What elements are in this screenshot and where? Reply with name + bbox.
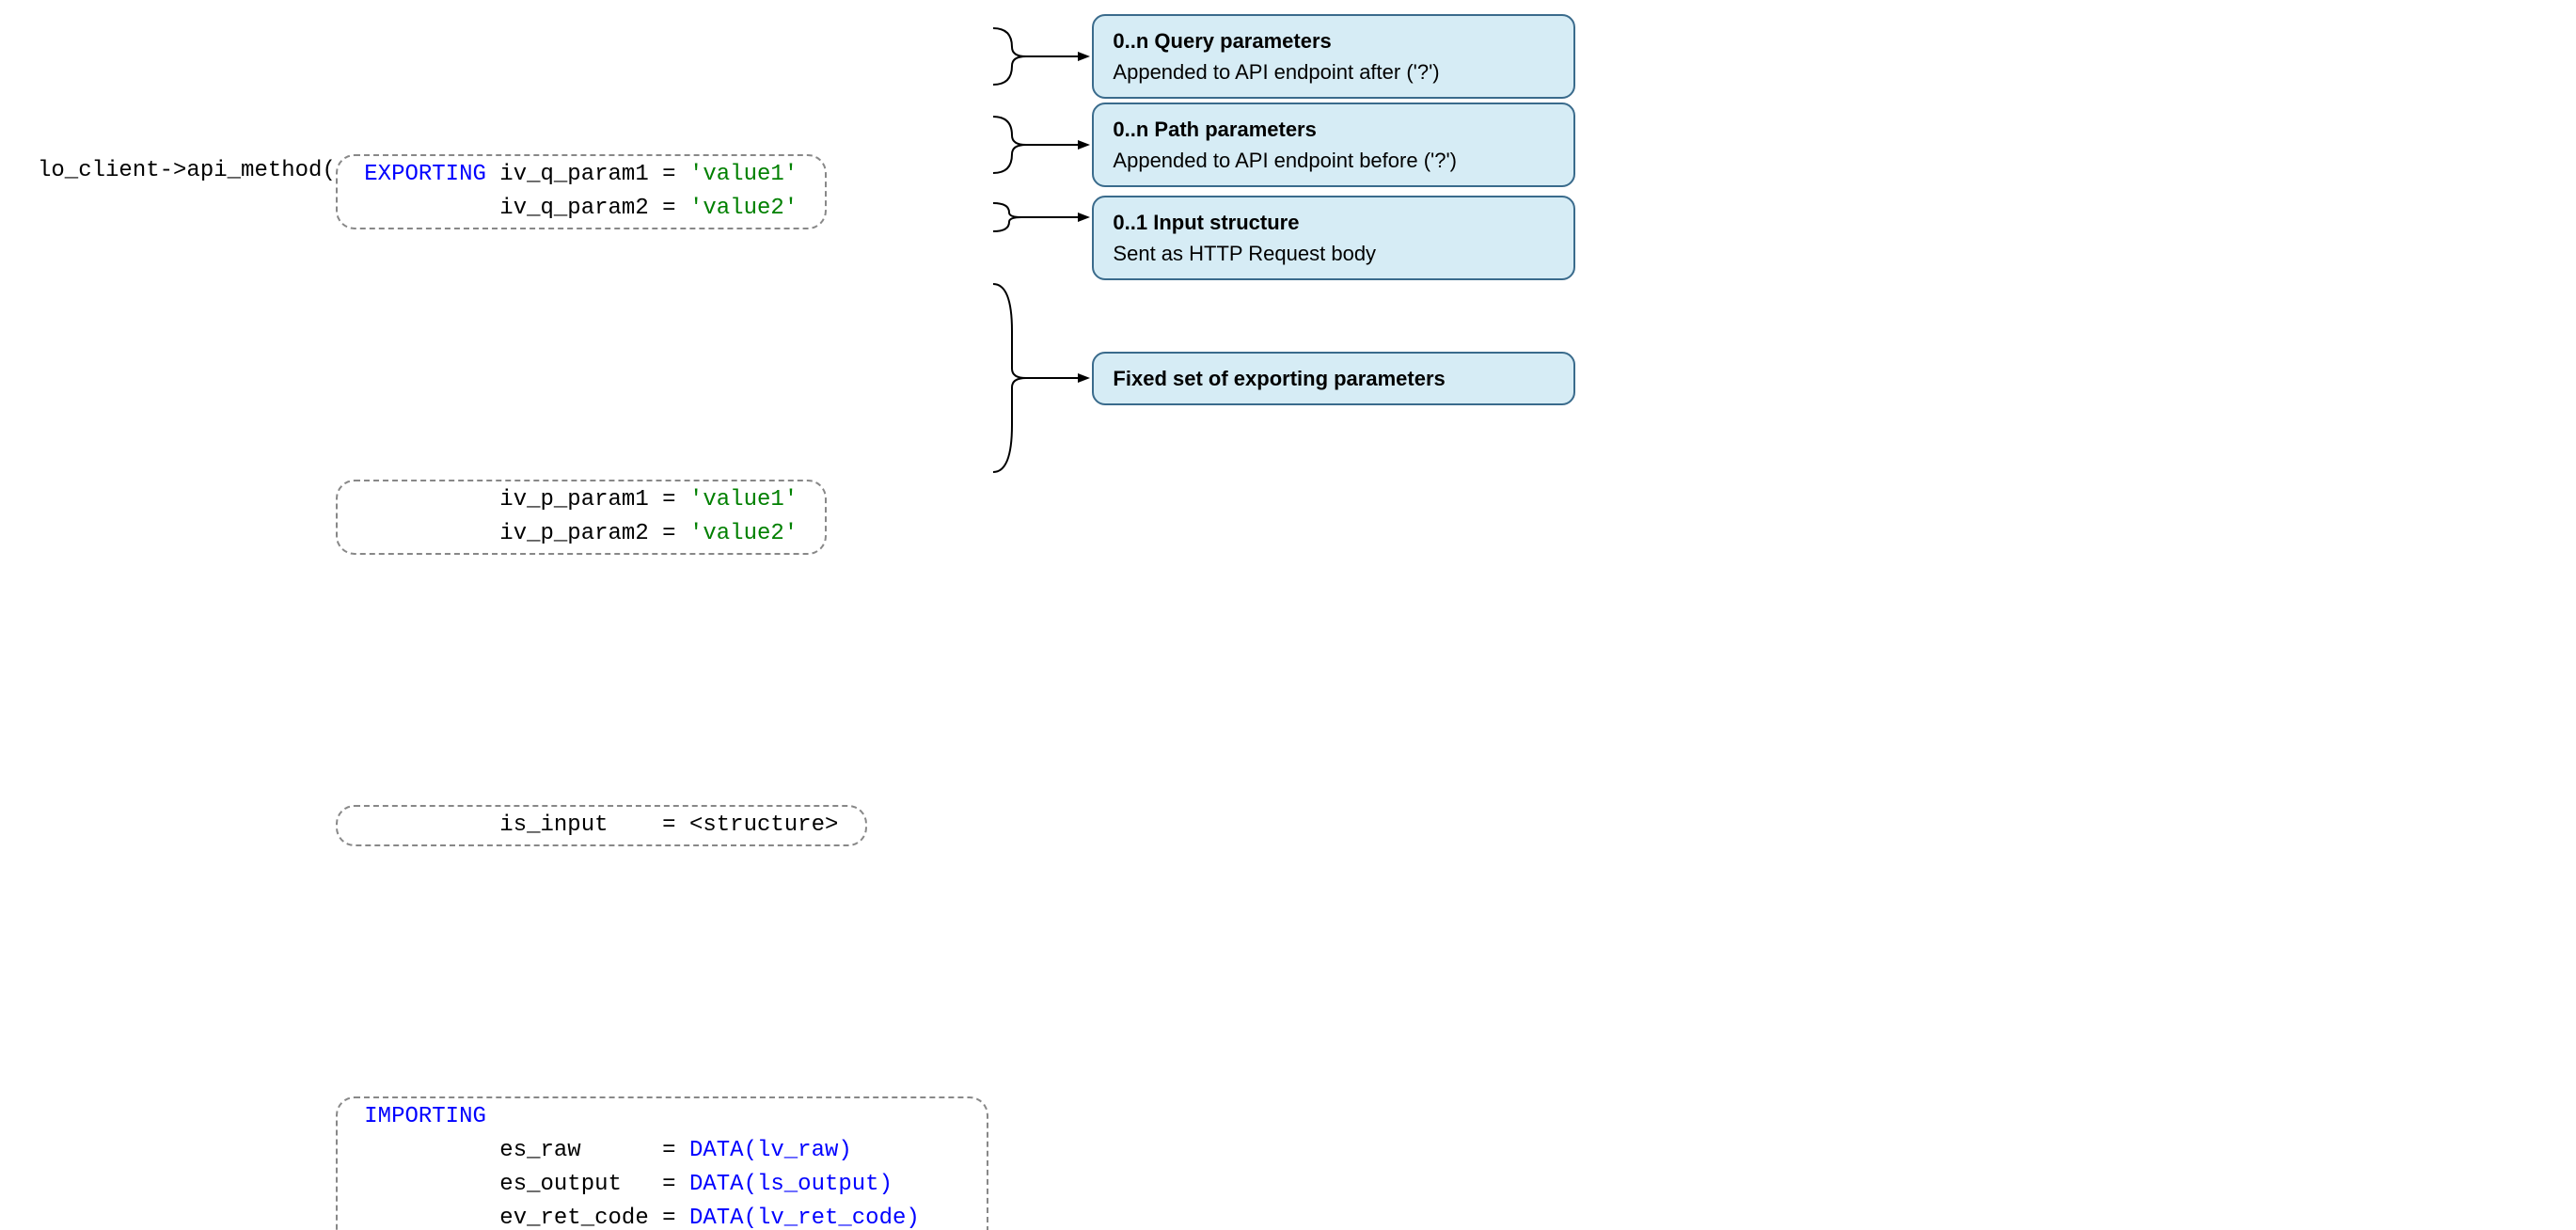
- brace-connector: [988, 275, 1092, 481]
- ev-retcode-name: ev_ret_code: [499, 1206, 648, 1230]
- callout-title: Fixed set of exporting parameters: [1113, 363, 1555, 394]
- q-param1-value: 'value1': [689, 162, 798, 187]
- diagram-container: lo_client->api_method( EXPORTING iv_q_pa…: [38, 19, 2538, 1230]
- q-param1-name: iv_q_param1: [499, 162, 648, 187]
- query-params-callout: 0..n Query parameters Appended to API en…: [1092, 14, 1575, 99]
- exporting-params-callout: Fixed set of exporting parameters: [1092, 352, 1575, 405]
- code-column: lo_client->api_method( EXPORTING iv_q_pa…: [38, 19, 988, 1230]
- q-param2-name: iv_q_param2: [499, 196, 648, 221]
- es-output-value: DATA(ls_output): [689, 1172, 893, 1197]
- method-call-prefix: lo_client->api_method(: [38, 154, 336, 229]
- importing-box: IMPORTING es_raw = DATA(lv_raw) es_outpu…: [336, 1096, 989, 1230]
- exporting-keyword: EXPORTING: [351, 162, 499, 187]
- callout-subtitle: Appended to API endpoint before ('?'): [1113, 145, 1555, 176]
- callout-subtitle: Appended to API endpoint after ('?'): [1113, 56, 1555, 87]
- input-name: is_input: [499, 812, 608, 838]
- callout-title: 0..n Path parameters: [1113, 114, 1555, 145]
- es-raw-name: es_raw: [499, 1138, 580, 1163]
- callout-title: 0..n Query parameters: [1113, 25, 1555, 56]
- p-param1-value: 'value1': [689, 487, 798, 512]
- p-param2-value: 'value2': [689, 521, 798, 546]
- callout-title: 0..1 Input structure: [1113, 207, 1555, 238]
- q-param2-value: 'value2': [689, 196, 798, 221]
- brace-connector: [988, 19, 1092, 94]
- callout-column: 0..n Query parameters Appended to API en…: [988, 19, 1575, 481]
- path-params-callout: 0..n Path parameters Appended to API end…: [1092, 102, 1575, 187]
- query-params-box: EXPORTING iv_q_param1 = 'value1' iv_q_pa…: [336, 154, 827, 229]
- es-output-name: es_output: [499, 1172, 622, 1197]
- brace-connector: [988, 107, 1092, 182]
- importing-keyword: IMPORTING: [351, 1104, 486, 1129]
- path-params-box: iv_p_param1 = 'value1' iv_p_param2 = 'va…: [336, 480, 827, 555]
- p-param2-name: iv_p_param2: [499, 521, 648, 546]
- p-param1-name: iv_p_param1: [499, 487, 648, 512]
- es-raw-value: DATA(lv_raw): [689, 1138, 852, 1163]
- input-struct-box: is_input = <structure>: [336, 805, 867, 846]
- ev-retcode-value: DATA(lv_ret_code): [689, 1206, 920, 1230]
- brace-connector: [988, 196, 1092, 243]
